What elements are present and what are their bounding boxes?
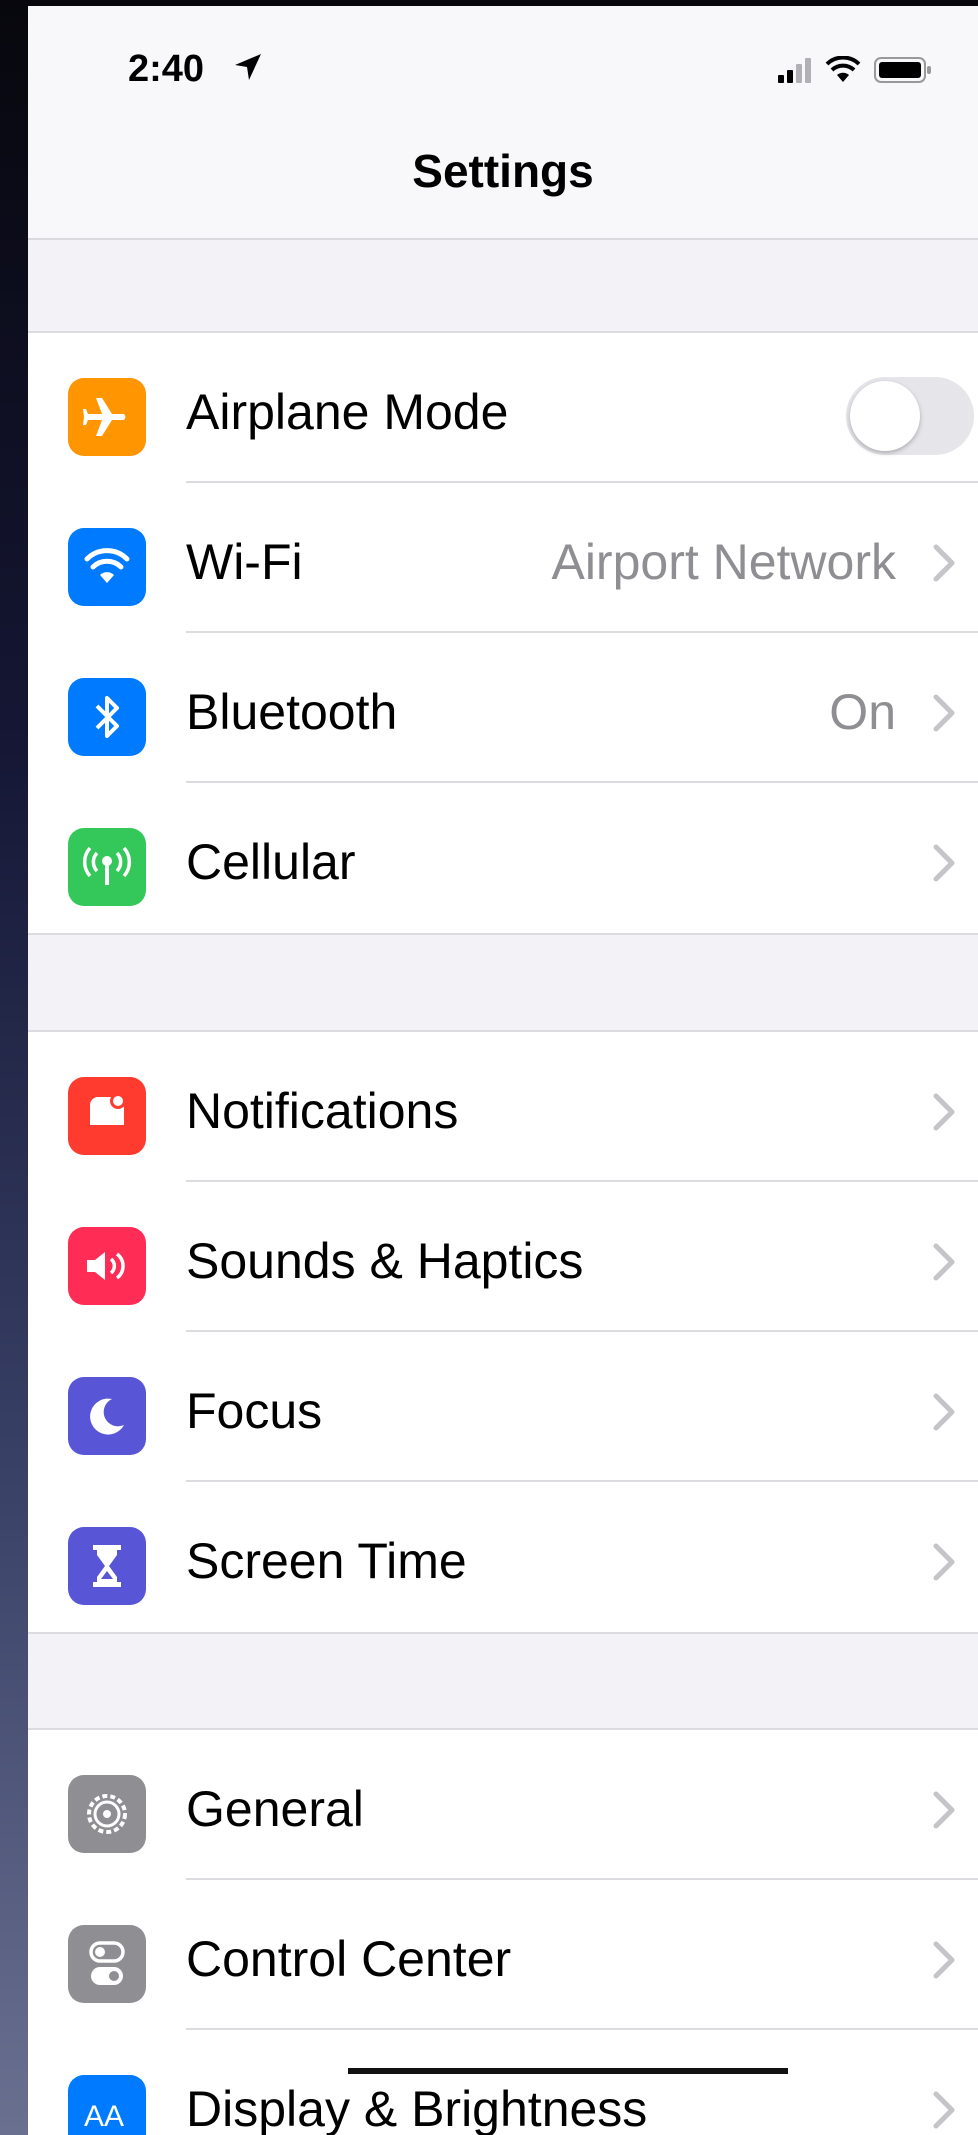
row-sounds-haptics[interactable]: Sounds & Haptics <box>28 1182 978 1332</box>
row-label: Wi-Fi <box>186 534 303 590</box>
row-label: Airplane Mode <box>186 384 509 440</box>
text-size-icon: AA <box>68 2075 146 2135</box>
chevron-right-icon <box>933 694 955 732</box>
hourglass-icon <box>68 1527 146 1605</box>
row-bluetooth[interactable]: Bluetooth On <box>28 633 978 783</box>
row-wifi[interactable]: Wi-Fi Airport Network <box>28 483 978 633</box>
battery-icon <box>874 57 931 83</box>
wifi-status-icon <box>825 56 861 82</box>
gear-icon <box>68 1775 146 1853</box>
wifi-network-value: Airport Network <box>551 534 896 590</box>
row-general[interactable]: General <box>28 1730 978 1880</box>
row-label: Display & Brightness <box>186 2081 648 2135</box>
row-label: General <box>186 1781 364 1837</box>
chevron-right-icon <box>933 2091 955 2129</box>
signal-icon <box>778 58 811 83</box>
row-label: Sounds & Haptics <box>186 1233 584 1289</box>
chevron-right-icon <box>933 1393 955 1431</box>
status-time: 2:40 <box>128 48 205 90</box>
chevron-right-icon <box>933 1093 955 1131</box>
row-screen-time[interactable]: Screen Time <box>28 1482 978 1632</box>
speaker-icon <box>68 1227 146 1305</box>
svg-text:AA: AA <box>84 2100 124 2133</box>
row-airplane-mode[interactable]: Airplane Mode <box>28 333 978 483</box>
row-label: Notifications <box>186 1083 459 1139</box>
switches-icon <box>68 1925 146 2003</box>
airplane-icon <box>68 378 146 456</box>
home-indicator <box>348 2068 788 2074</box>
row-display-brightness[interactable]: AA Display & Brightness <box>28 2030 978 2135</box>
wifi-icon <box>68 528 146 606</box>
bluetooth-status-value: On <box>829 684 896 740</box>
settings-group-connectivity: Airplane Mode Wi-Fi Airport Network Blue… <box>28 331 978 935</box>
chevron-right-icon <box>933 1243 955 1281</box>
settings-screen: 2:40 Settings Airplane Mode Wi-Fi Airpor… <box>28 6 978 2135</box>
row-focus[interactable]: Focus <box>28 1332 978 1482</box>
row-label: Screen Time <box>186 1533 467 1589</box>
row-label: Cellular <box>186 834 356 890</box>
row-label: Bluetooth <box>186 684 398 740</box>
bluetooth-icon <box>68 678 146 756</box>
settings-group-notifications: Notifications Sounds & Haptics Focus Scr… <box>28 1030 978 1634</box>
chevron-right-icon <box>933 544 955 582</box>
cellular-antenna-icon <box>68 828 146 906</box>
navigation-bar: Settings <box>28 126 978 240</box>
chevron-right-icon <box>933 844 955 882</box>
moon-icon <box>68 1377 146 1455</box>
row-cellular[interactable]: Cellular <box>28 783 978 933</box>
chevron-right-icon <box>933 1543 955 1581</box>
page-title: Settings <box>412 145 594 197</box>
toggle-knob <box>850 381 920 451</box>
notifications-icon <box>68 1077 146 1155</box>
airplane-mode-toggle[interactable] <box>846 377 974 455</box>
status-bar: 2:40 <box>28 6 978 126</box>
status-icons <box>778 56 932 84</box>
chevron-right-icon <box>933 1791 955 1829</box>
location-arrow-icon <box>235 54 261 80</box>
row-label: Focus <box>186 1383 323 1439</box>
chevron-right-icon <box>933 1941 955 1979</box>
row-notifications[interactable]: Notifications <box>28 1032 978 1182</box>
row-label: Control Center <box>186 1931 512 1987</box>
row-control-center[interactable]: Control Center <box>28 1880 978 2030</box>
